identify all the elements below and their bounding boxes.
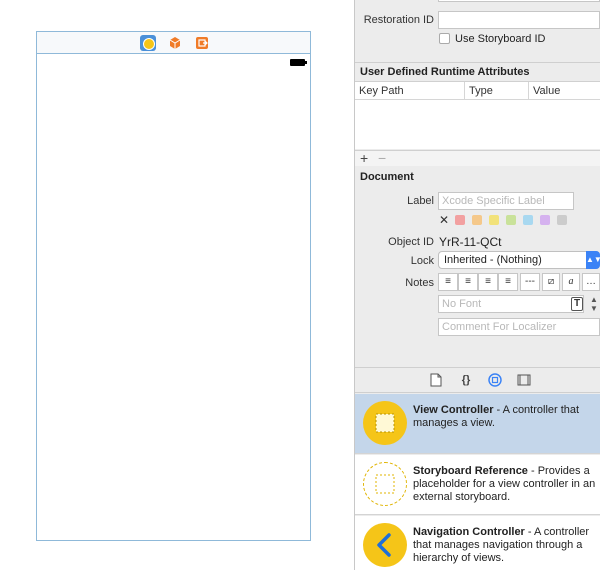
- battery-icon: [290, 59, 307, 66]
- file-icon[interactable]: [429, 373, 443, 387]
- remove-attribute-button[interactable]: −: [378, 151, 386, 166]
- udra-table-header: Key Path Type Value: [355, 82, 600, 100]
- column-value[interactable]: Value: [529, 82, 600, 100]
- library-item-title: Navigation Controller: [413, 526, 525, 538]
- notes-label: Notes: [405, 277, 434, 289]
- swatch-purple[interactable]: [540, 215, 550, 225]
- clear-label-color-icon[interactable]: ✕: [439, 213, 449, 227]
- view-controller-scene[interactable]: [36, 31, 311, 541]
- udra-header: User Defined Runtime Attributes: [355, 62, 600, 80]
- separator-button[interactable]: ---: [520, 273, 540, 291]
- swatch-orange[interactable]: [472, 215, 482, 225]
- library-item-title: Storyboard Reference: [413, 465, 528, 477]
- scene-dock: [37, 32, 310, 54]
- align-left-button[interactable]: ≡: [438, 273, 458, 291]
- swatch-yellow[interactable]: [489, 215, 499, 225]
- lock-popup-value: Inherited - (Nothing): [444, 254, 542, 266]
- no-color-button[interactable]: ⧄: [542, 273, 560, 291]
- braces-icon[interactable]: {}: [459, 373, 473, 387]
- swatch-red[interactable]: [455, 215, 465, 225]
- localizer-comment-field[interactable]: Comment For Localizer: [438, 318, 600, 336]
- first-responder-icon[interactable]: [167, 35, 183, 51]
- align-right-button[interactable]: ≡: [478, 273, 498, 291]
- udra-footer: + −: [355, 150, 600, 166]
- text-style-button[interactable]: a: [562, 273, 580, 291]
- media-icon[interactable]: [517, 373, 531, 387]
- library-item-storyboard-reference[interactable]: Storyboard Reference - Provides a placeh…: [355, 455, 600, 515]
- document-header: Document: [360, 171, 414, 183]
- font-picker-button[interactable]: T: [571, 297, 583, 311]
- view-controller-icon: [363, 401, 407, 445]
- object-id-value: YrR-11-QCt: [439, 235, 502, 249]
- chevron-left-icon: [363, 523, 407, 567]
- restoration-id-label: Restoration ID: [363, 14, 434, 26]
- lock-popup[interactable]: Inherited - (Nothing) ▲▼: [438, 251, 600, 269]
- add-attribute-button[interactable]: +: [360, 151, 368, 166]
- swatch-blue[interactable]: [523, 215, 533, 225]
- restoration-id-field[interactable]: [438, 11, 600, 29]
- swatch-green[interactable]: [506, 215, 516, 225]
- lock-label: Lock: [410, 255, 434, 267]
- view-controller-icon[interactable]: [140, 35, 156, 51]
- library-item-view-controller[interactable]: View Controller - A controller that mana…: [355, 394, 600, 454]
- storyboard-id-field[interactable]: [438, 0, 600, 2]
- column-type[interactable]: Type: [465, 82, 529, 100]
- storyboard-canvas[interactable]: [0, 0, 354, 570]
- more-options-button[interactable]: …: [582, 273, 600, 291]
- exit-icon[interactable]: [194, 35, 210, 51]
- font-field[interactable]: No Font: [438, 295, 584, 313]
- xcode-label-field[interactable]: Xcode Specific Label: [438, 192, 574, 210]
- library-item-text: Navigation Controller - A controller tha…: [413, 526, 599, 565]
- use-storyboard-id-checkbox[interactable]: [439, 33, 450, 44]
- label-label: Label: [407, 195, 434, 207]
- object-id-label: Object ID: [388, 236, 434, 248]
- library-tab-bar: {}: [355, 367, 600, 393]
- udra-table[interactable]: Key Path Type Value: [355, 81, 600, 149]
- use-storyboard-id-label: Use Storyboard ID: [455, 33, 546, 45]
- library-item-text: Storyboard Reference - Provides a placeh…: [413, 465, 599, 504]
- font-stepper[interactable]: ▲ ▼: [588, 295, 600, 313]
- column-key-path[interactable]: Key Path: [355, 82, 465, 100]
- object-icon[interactable]: [488, 373, 502, 387]
- swatch-gray[interactable]: [557, 215, 567, 225]
- library-item-text: View Controller - A controller that mana…: [413, 404, 599, 430]
- inspector-panel: Restoration ID Use Storyboard ID User De…: [354, 0, 600, 570]
- library-item-navigation-controller[interactable]: Navigation Controller - A controller tha…: [355, 516, 600, 570]
- chevron-updown-icon: ▲▼: [586, 251, 600, 269]
- align-center-button[interactable]: ≡: [458, 273, 478, 291]
- library-item-title: View Controller: [413, 404, 494, 416]
- align-justify-button[interactable]: ≡: [498, 273, 518, 291]
- storyboard-reference-icon: [363, 462, 407, 506]
